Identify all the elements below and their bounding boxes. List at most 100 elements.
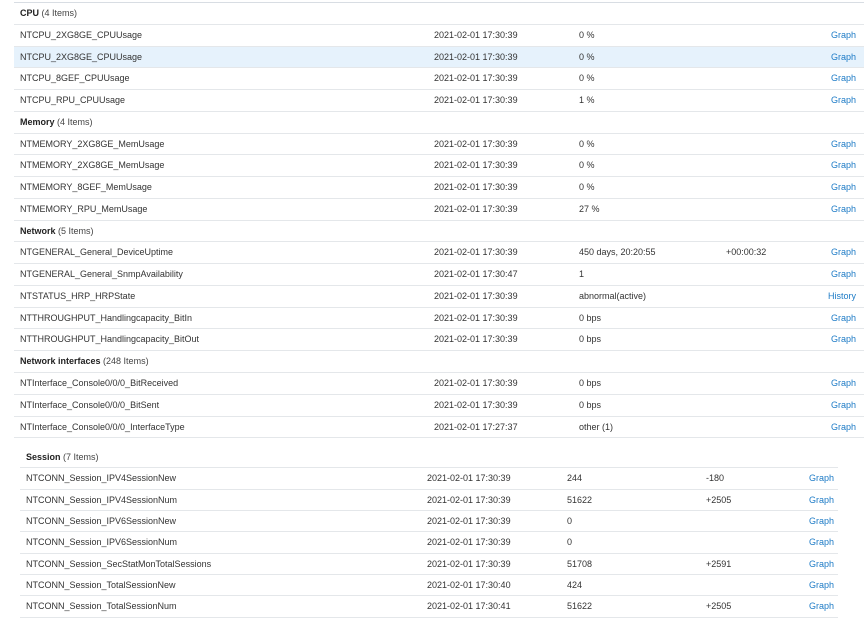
graph-link[interactable]: Graph (794, 25, 856, 47)
item-name: NTTHROUGHPUT_Handlingcapacity_BitIn (20, 312, 193, 323)
last-value: 0 % (579, 138, 595, 149)
table-row: NTCONN_Session_IPV4SessionNew 2021-02-01… (20, 468, 838, 490)
last-check: 2021-02-01 17:30:39 (434, 29, 518, 40)
last-value: 51708 (567, 558, 593, 569)
item-name: NTCONN_Session_IPV4SessionNum (26, 494, 178, 505)
graph-link[interactable]: Graph (794, 155, 856, 177)
section-header-network[interactable]: Network (5 Items) (14, 221, 864, 243)
table-row: NTGENERAL_General_DeviceUptime 2021-02-0… (14, 242, 864, 265)
graph-link[interactable]: Graph (794, 242, 856, 264)
table-row: NTCONN_Session_IPV4SessionNum 2021-02-01… (20, 490, 838, 512)
graph-link[interactable]: Graph (794, 134, 856, 156)
graph-link[interactable]: Graph (770, 511, 834, 532)
item-name: NTSTATUS_HRP_HRPState (20, 290, 136, 301)
last-value: 27 % (579, 203, 600, 214)
last-value: 424 (567, 580, 583, 591)
graph-link[interactable]: Graph (770, 490, 834, 511)
section-count: (5 Items) (58, 225, 94, 236)
section-count: (248 Items) (103, 356, 149, 367)
item-name: NTMEMORY_8GEF_MemUsage (20, 182, 152, 193)
item-name: NTCPU_2XG8GE_CPUUsage (20, 51, 143, 62)
table-row: NTCONN_Session_TotalSessionNum 2021-02-0… (20, 596, 838, 618)
table-row: NTInterface_Console0/0/0_BitSent 2021-02… (14, 395, 864, 417)
last-check: 2021-02-01 17:30:39 (434, 203, 518, 214)
table-row: NTCPU_8GEF_CPUUsage 2021-02-01 17:30:39 … (14, 68, 864, 91)
last-check: 2021-02-01 17:30:40 (427, 580, 511, 591)
table-row: NTCPU_RPU_CPUUsage 2021-02-01 17:30:39 1… (14, 90, 864, 112)
last-value: other (1) (579, 421, 614, 432)
last-value: 0 (567, 516, 573, 527)
last-value: 0 % (579, 73, 595, 84)
last-value: 0 % (579, 51, 595, 62)
section-title: CPU (20, 8, 40, 18)
graph-link[interactable]: Graph (794, 373, 856, 395)
graph-link[interactable]: Graph (794, 395, 856, 417)
item-name: NTInterface_Console0/0/0_InterfaceType (20, 421, 185, 432)
graph-link[interactable]: Graph (794, 47, 856, 69)
section-header-cpu[interactable]: CPU (4 Items) (14, 3, 864, 25)
graph-link[interactable]: Graph (770, 532, 834, 553)
item-name: NTGENERAL_General_SnmpAvailability (20, 269, 183, 280)
section-title: Network interfaces (20, 356, 101, 367)
section-title: Memory (20, 116, 55, 127)
last-value: 244 (567, 473, 583, 484)
item-name: NTMEMORY_2XG8GE_MemUsage (20, 160, 165, 171)
section-count: (4 Items) (57, 116, 93, 127)
section-header-session[interactable]: Session (7 Items) (20, 447, 838, 469)
table-row: NTMEMORY_2XG8GE_MemUsage 2021-02-01 17:3… (14, 155, 864, 178)
table-row: NTCONN_Session_IPV6SessionNum 2021-02-01… (20, 532, 838, 554)
section-count: (7 Items) (63, 452, 99, 462)
item-name: NTInterface_Console0/0/0_BitSent (20, 399, 160, 410)
graph-link[interactable]: Graph (794, 329, 856, 351)
item-name: NTGENERAL_General_DeviceUptime (20, 247, 174, 258)
last-value: 0 % (579, 29, 595, 40)
last-check: 2021-02-01 17:30:39 (427, 494, 511, 505)
last-value: 0 (567, 537, 573, 548)
table-row: NTMEMORY_2XG8GE_MemUsage 2021-02-01 17:3… (14, 134, 864, 156)
table-row: NTInterface_Console0/0/0_BitReceived 202… (14, 373, 864, 395)
last-check: 2021-02-01 17:30:39 (434, 399, 518, 410)
item-name: NTCONN_Session_IPV6SessionNum (26, 537, 178, 548)
graph-link[interactable]: Graph (770, 468, 834, 489)
last-check: 2021-02-01 17:30:39 (427, 558, 511, 569)
item-name: NTCONN_Session_IPV4SessionNew (26, 473, 177, 484)
item-name: NTCONN_Session_IPV6SessionNew (26, 516, 177, 527)
last-check: 2021-02-01 17:30:39 (434, 312, 518, 323)
graph-link[interactable]: Graph (770, 575, 834, 596)
item-name: NTCONN_Session_TotalSessionNum (26, 601, 177, 612)
table-row: NTInterface_Console0/0/0_InterfaceType 2… (14, 417, 864, 439)
item-name: NTInterface_Console0/0/0_BitReceived (20, 378, 179, 389)
item-name: NTTHROUGHPUT_Handlingcapacity_BitOut (20, 334, 200, 345)
graph-link[interactable]: Graph (794, 264, 856, 286)
table-row: NTTHROUGHPUT_Handlingcapacity_BitIn 2021… (14, 308, 864, 330)
section-header-network-interfaces[interactable]: Network interfaces (248 Items) (14, 351, 864, 374)
history-link[interactable]: History (794, 286, 856, 308)
graph-link[interactable]: Graph (794, 308, 856, 330)
last-check: 2021-02-01 17:30:39 (434, 182, 518, 193)
last-check: 2021-02-01 17:30:39 (434, 160, 518, 171)
graph-link[interactable]: Graph (794, 90, 856, 112)
table-row: NTTHROUGHPUT_Handlingcapacity_BitOut 202… (14, 329, 864, 352)
last-value: 1 % (579, 95, 595, 106)
table-row: NTGENERAL_General_SnmpAvailability 2021-… (14, 264, 864, 286)
last-check: 2021-02-01 17:30:39 (427, 516, 511, 527)
last-check: 2021-02-01 17:30:39 (434, 334, 518, 345)
graph-link[interactable]: Graph (770, 596, 834, 617)
item-name: NTCPU_RPU_CPUUsage (20, 95, 126, 106)
last-value: abnormal(active) (579, 290, 647, 301)
graph-link[interactable]: Graph (794, 68, 856, 90)
section-header-memory[interactable]: Memory (4 Items) (14, 112, 864, 134)
section-title: Network (20, 225, 56, 236)
last-value: 51622 (567, 601, 593, 612)
last-check: 2021-02-01 17:30:41 (427, 601, 511, 612)
graph-link[interactable]: Graph (770, 554, 834, 575)
graph-link[interactable]: Graph (794, 199, 856, 221)
graph-link[interactable]: Graph (794, 417, 856, 439)
last-check: 2021-02-01 17:30:39 (434, 290, 518, 301)
graph-link[interactable]: Graph (794, 177, 856, 199)
last-check: 2021-02-01 17:30:47 (434, 269, 518, 280)
latest-data-page: CPU (4 Items) NTCPU_2XG8GE_CPUUsage 2021… (0, 0, 864, 620)
item-name: NTCONN_Session_TotalSessionNew (26, 580, 176, 591)
item-name: NTCPU_2XG8GE_CPUUsage (20, 29, 143, 40)
session-table: Session (7 Items) NTCONN_Session_IPV4Ses… (20, 447, 838, 618)
